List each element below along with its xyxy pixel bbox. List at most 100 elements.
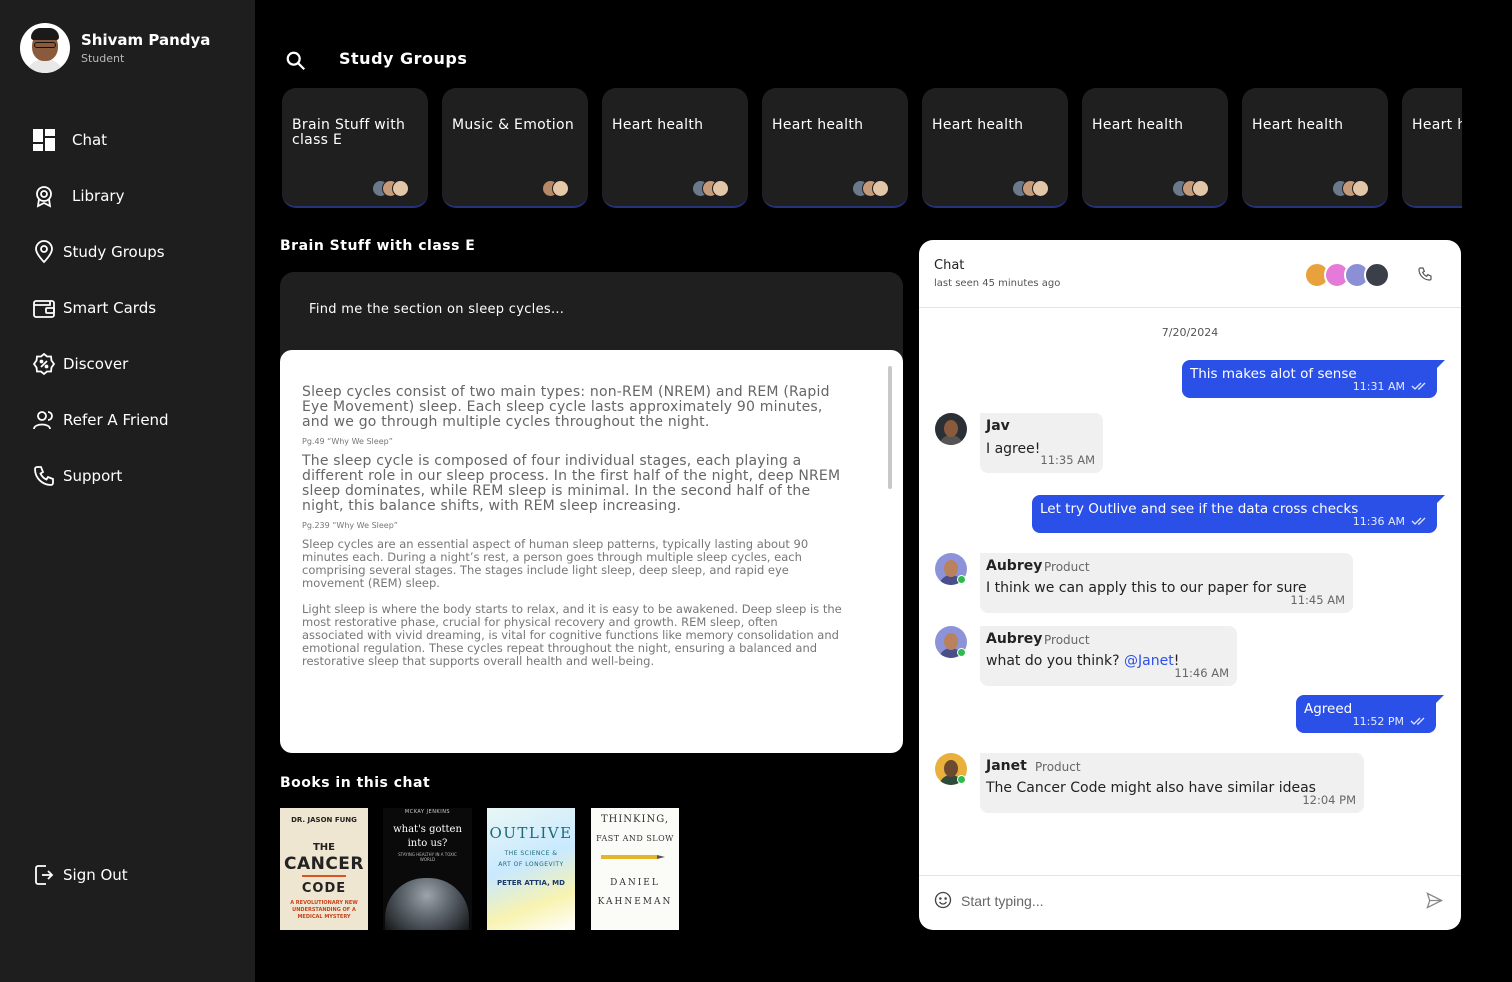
message-time: 11:46 AM bbox=[1174, 666, 1229, 680]
sender-name: Janet bbox=[986, 758, 1027, 774]
book-subtitle: STAYING HEALTHY IN A TOXIC WORLD bbox=[398, 852, 457, 862]
location-pin-icon bbox=[35, 240, 53, 264]
badge-icon bbox=[36, 186, 52, 208]
online-indicator bbox=[957, 575, 966, 584]
sidebar-item-discover[interactable]: Discover bbox=[32, 336, 169, 392]
result-citation: Pg.239 “Why We Sleep” bbox=[302, 521, 398, 530]
book-cover-thinking-fast-and-slow[interactable]: THINKING, FAST AND SLOW DANIEL KAHNEMAN bbox=[591, 808, 679, 930]
message-incoming[interactable]: Jav I agree! 11:35 AM bbox=[980, 413, 1103, 473]
book-author: DANIEL KAHNEMAN bbox=[597, 878, 673, 907]
user-icon bbox=[33, 411, 53, 430]
group-card[interactable]: Heart health bbox=[602, 88, 748, 208]
result-scrollbar[interactable] bbox=[888, 366, 892, 489]
sidebar: Shivam Pandya Student Chat Library Study… bbox=[0, 0, 255, 982]
sender-role: Product bbox=[1035, 760, 1081, 774]
profile[interactable]: Shivam Pandya Student bbox=[20, 23, 210, 73]
sender-name: Aubrey bbox=[986, 631, 1043, 647]
sidebar-item-label: Study Groups bbox=[63, 243, 165, 261]
group-name: Heart health bbox=[772, 117, 864, 133]
chat-panel: Chat last seen 45 minutes ago 7/20/2024 … bbox=[919, 240, 1461, 930]
sidebar-item-label: Chat bbox=[72, 131, 108, 149]
group-name: Brain Stuff with class E bbox=[292, 117, 406, 148]
book-title: THE bbox=[312, 842, 336, 853]
book-author: PETER ATTIA, MD bbox=[497, 879, 565, 887]
result-paragraph: The sleep cycle is composed of four indi… bbox=[302, 453, 841, 514]
avatar[interactable] bbox=[935, 413, 967, 445]
sidebar-item-refer-a-friend[interactable]: Refer A Friend bbox=[32, 392, 169, 448]
book-title: OUTLIVE bbox=[489, 824, 573, 842]
sign-out-icon bbox=[35, 865, 54, 885]
book-cover-whats-gotten-into-us[interactable]: MCKAY JENKINS what's gotten into us? STA… bbox=[383, 808, 472, 930]
sign-out-label: Sign Out bbox=[63, 866, 128, 884]
book-title: CANCER bbox=[283, 854, 365, 874]
book-title: FAST AND SLOW bbox=[596, 834, 674, 843]
message-incoming[interactable]: Janet Product The Cancer Code might also… bbox=[980, 753, 1364, 813]
sidebar-item-smart-cards[interactable]: Smart Cards bbox=[32, 280, 169, 336]
double-check-icon bbox=[1411, 517, 1426, 525]
book-author: DR. JASON FUNG bbox=[291, 816, 357, 824]
book-cover-outlive[interactable]: OUTLIVE THE SCIENCE & ART OF LONGEVITY P… bbox=[487, 808, 575, 930]
message-composer bbox=[919, 875, 1461, 930]
message-text: what do you think? @Janet! bbox=[986, 653, 1180, 669]
message-outgoing[interactable]: This makes alot of sense 11:31 AM bbox=[1182, 360, 1445, 398]
online-indicator bbox=[957, 648, 966, 657]
sidebar-item-study-groups[interactable]: Study Groups bbox=[32, 224, 169, 280]
group-name: Heart health bbox=[1092, 117, 1184, 133]
profile-name: Shivam Pandya bbox=[81, 31, 211, 49]
group-card[interactable]: Heart health bbox=[1402, 88, 1462, 208]
message-time: 11:36 AM bbox=[1352, 515, 1405, 528]
message-outgoing[interactable]: Agreed 11:52 PM bbox=[1296, 695, 1444, 733]
profile-role: Student bbox=[81, 52, 125, 65]
search-icon[interactable] bbox=[285, 50, 307, 72]
sidebar-item-label: Discover bbox=[63, 355, 129, 373]
message-text: Let try Outlive and see if the data cros… bbox=[1040, 501, 1359, 517]
mention-link[interactable]: @Janet bbox=[1124, 653, 1174, 669]
book-title: into us? bbox=[407, 838, 448, 849]
call-icon[interactable] bbox=[1417, 266, 1433, 282]
sidebar-item-library[interactable]: Library bbox=[32, 168, 169, 224]
message-incoming[interactable]: Aubrey Product I think we can apply this… bbox=[980, 553, 1353, 613]
group-card[interactable]: Heart health bbox=[922, 88, 1068, 208]
date-separator: 7/20/2024 bbox=[1161, 326, 1219, 339]
message-outgoing[interactable]: Let try Outlive and see if the data cros… bbox=[1032, 495, 1445, 533]
chat-header: Chat last seen 45 minutes ago bbox=[919, 240, 1461, 308]
sign-out-button[interactable]: Sign Out bbox=[32, 863, 128, 887]
result-paragraph: Sleep cycles are an essential aspect of … bbox=[302, 537, 809, 590]
result-paragraph: Sleep cycles consist of two main types: … bbox=[302, 384, 830, 430]
result-citation: Pg.49 “Why We Sleep” bbox=[302, 437, 393, 446]
group-card[interactable]: Heart health bbox=[1242, 88, 1388, 208]
group-card[interactable]: Brain Stuff with class E bbox=[282, 88, 428, 208]
book-title: what's gotten bbox=[393, 824, 462, 835]
search-result-panel: Sleep cycles consist of two main types: … bbox=[280, 350, 903, 753]
group-card[interactable]: Music & Emotion bbox=[442, 88, 588, 208]
message-incoming[interactable]: Aubrey Product what do you think? @Janet… bbox=[980, 626, 1237, 686]
send-icon[interactable] bbox=[1425, 891, 1444, 910]
book-title: THINKING, bbox=[600, 814, 670, 825]
group-card[interactable]: Heart health bbox=[762, 88, 908, 208]
message-time: 11:52 PM bbox=[1352, 715, 1404, 728]
message-time: 11:31 AM bbox=[1352, 380, 1405, 393]
study-groups-row: Brain Stuff with class E Music & Emotion… bbox=[282, 88, 1462, 208]
message-text: The Cancer Code might also have similar … bbox=[986, 780, 1316, 796]
sidebar-item-label: Smart Cards bbox=[63, 299, 157, 317]
emoji-icon[interactable] bbox=[934, 891, 952, 909]
wallet-icon bbox=[33, 300, 55, 318]
group-name: Heart health bbox=[932, 117, 1024, 133]
group-name: Music & Emotion bbox=[452, 117, 575, 133]
group-name: Heart health bbox=[612, 117, 704, 133]
section-title: Brain Stuff with class E bbox=[280, 238, 476, 254]
group-card[interactable]: Heart health bbox=[1082, 88, 1228, 208]
book-title: CODE bbox=[301, 881, 347, 896]
book-cover-cancer-code[interactable]: DR. JASON FUNG THE CANCER CODE A REVOLUT… bbox=[280, 808, 368, 930]
message-input[interactable] bbox=[961, 888, 1401, 914]
sidebar-item-support[interactable]: Support bbox=[32, 448, 169, 504]
group-name: Heart health bbox=[1412, 117, 1462, 133]
chat-last-seen: last seen 45 minutes ago bbox=[934, 278, 1061, 289]
query-text: Find me the section on sleep cycles... bbox=[309, 302, 565, 317]
message-time: 12:04 PM bbox=[1302, 793, 1356, 807]
sidebar-item-chat[interactable]: Chat bbox=[32, 112, 169, 168]
double-check-icon bbox=[1410, 717, 1425, 725]
sidebar-item-label: Support bbox=[63, 467, 123, 485]
sender-role: Product bbox=[1044, 633, 1090, 647]
sender-name: Aubrey bbox=[986, 558, 1043, 574]
